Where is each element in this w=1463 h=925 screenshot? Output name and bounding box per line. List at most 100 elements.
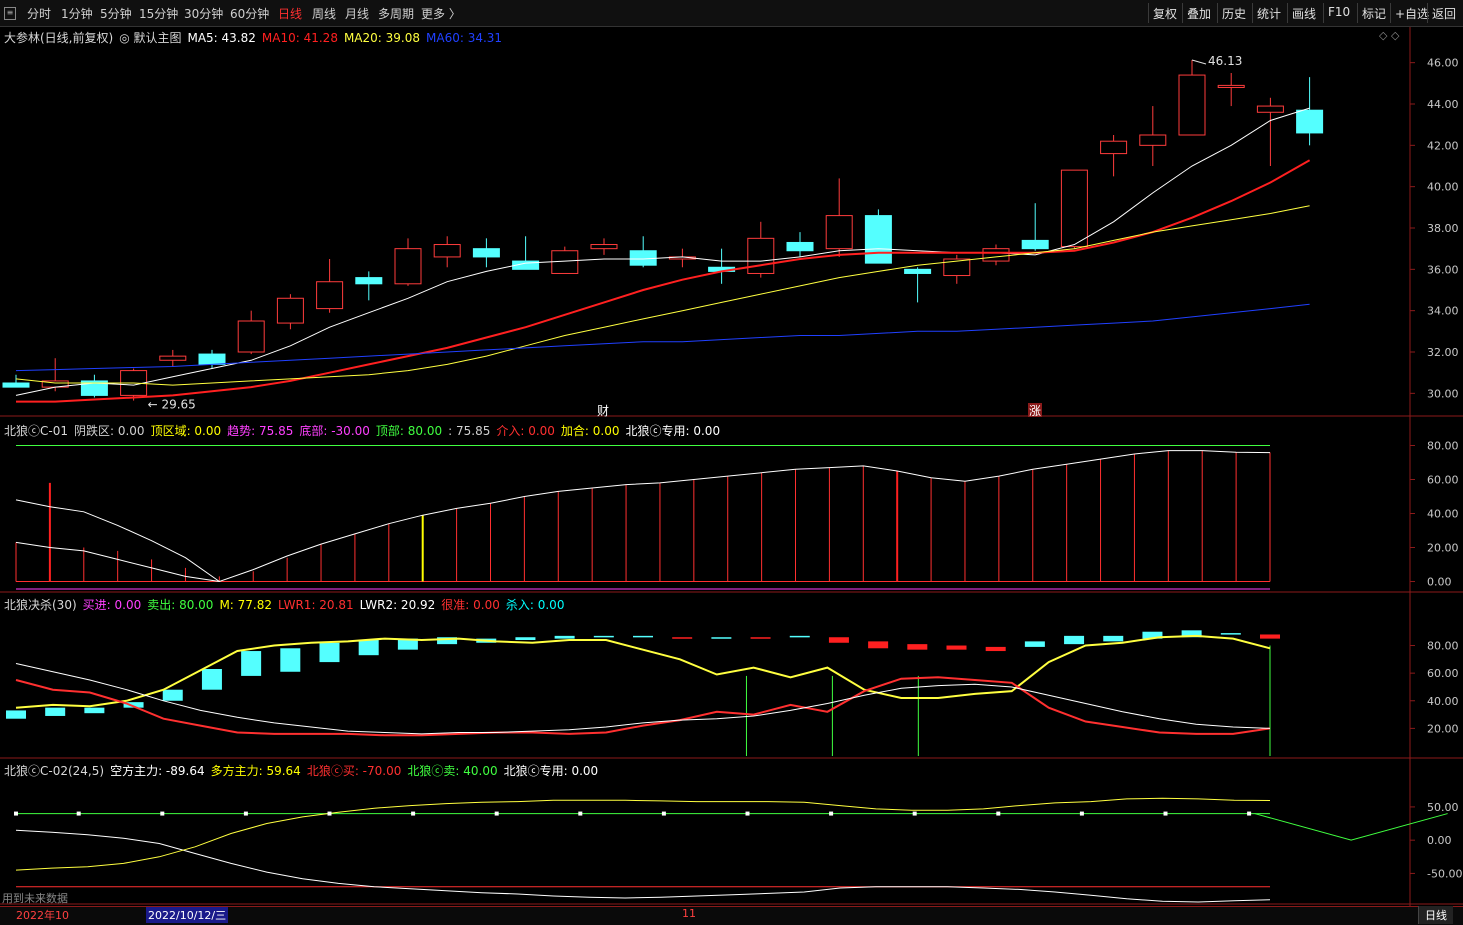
- price-tick-label: 44.00: [1427, 98, 1459, 111]
- candle-body: [276, 297, 304, 324]
- legend-item: 底部: -30.00: [299, 424, 370, 438]
- high-price-arrow: [1191, 59, 1207, 65]
- candle-body: [1217, 84, 1245, 88]
- period-tab-9[interactable]: 多周期: [378, 5, 414, 22]
- sell-dot: [76, 811, 81, 816]
- period-tab-3[interactable]: 15分钟: [139, 5, 178, 22]
- p1-tick-label: 60.00: [1427, 474, 1459, 487]
- p3-tick-label: 0.00: [1427, 834, 1452, 847]
- lwr-bar: [554, 635, 575, 639]
- legend-item: 空方主力: -89.64: [110, 764, 205, 778]
- candle-body: [629, 250, 657, 266]
- panel1-legend: 北狼ⓒC-01 阴跌区: 0.00 顶区域: 0.00 趋势: 75.85 底部: -3…: [4, 422, 726, 439]
- p2-tick-label: 40.00: [1427, 695, 1459, 708]
- period-tab-8[interactable]: 月线: [345, 5, 369, 22]
- legend-item: 顶部: 80.00: [375, 424, 443, 438]
- candle-body: [1139, 134, 1167, 146]
- legend-item: MA5: 43.82: [187, 31, 256, 45]
- main-legend: 大参林(日线,前复权) ◎ 默认主图 MA5: 43.82 MA10: 41.28 MA…: [4, 29, 508, 46]
- p3-tick-label: 50.00: [1427, 801, 1459, 814]
- price-tick-label: 36.00: [1427, 263, 1459, 276]
- candle-body: [786, 241, 814, 252]
- lwr-bar: [515, 637, 536, 640]
- period-button[interactable]: 日线: [1418, 906, 1453, 924]
- tool-button-5[interactable]: F10: [1328, 5, 1350, 19]
- lwr-bar: [750, 637, 771, 639]
- period-tab-0[interactable]: 分时: [27, 5, 51, 22]
- lwr-bar: [162, 689, 183, 701]
- rotate-icon[interactable]: ◇ ◇: [1379, 29, 1399, 42]
- lwr-bar: [1103, 635, 1124, 642]
- period-tab-2[interactable]: 5分钟: [100, 5, 132, 22]
- lwr-bar: [907, 644, 928, 650]
- sell-dot: [1079, 811, 1084, 816]
- toolbar: ≡ 分时 1分钟 5分钟 15分钟 30分钟 60分钟 日线 周线 月线 多周期 更多 〉 复权 叠加…: [0, 0, 1463, 27]
- legend-item: 顶区域: 0.00: [150, 424, 222, 438]
- sell-dot: [494, 811, 499, 816]
- legend-item: MA60: 34.31: [426, 31, 503, 45]
- period-tab-6[interactable]: 日线: [278, 5, 302, 22]
- date-label-cursor: 2022/10/12/三: [146, 907, 229, 923]
- price-tick-label: 46.00: [1427, 57, 1459, 70]
- future-data-note: 用到未来数据: [2, 892, 68, 905]
- tool-button-7[interactable]: +自选: [1395, 5, 1429, 22]
- legend-item: 买进: 0.00: [82, 598, 142, 612]
- p1-tick-label: 0.00: [1427, 576, 1452, 589]
- legend-item: MA10: 41.28: [261, 31, 338, 45]
- legend-item: 趋势: 75.85: [227, 424, 294, 438]
- legend-item: MA20: 39.08: [343, 31, 420, 45]
- high-price-label: 46.13: [1208, 54, 1242, 68]
- candle-body: [864, 215, 892, 264]
- candle-body: [159, 355, 187, 361]
- candle-body: [2, 382, 30, 388]
- tool-button-6[interactable]: 标记: [1362, 5, 1386, 22]
- toolbar-separator: [1323, 3, 1324, 23]
- lwr-bar: [358, 640, 379, 656]
- p1-tick-label: 20.00: [1427, 542, 1459, 555]
- legend-item: 北狼ⓒ专用: 0.00: [503, 764, 599, 778]
- price-tick-label: 32.00: [1427, 346, 1459, 359]
- p2-tick-label: 60.00: [1427, 667, 1459, 680]
- rise-marker: 涨: [1029, 403, 1041, 418]
- tool-button-4[interactable]: 画线: [1292, 5, 1316, 22]
- period-tab-1[interactable]: 1分钟: [61, 5, 93, 22]
- legend-item: 很准: 0.00: [441, 598, 500, 612]
- candle-body: [1296, 109, 1324, 134]
- period-tab-7[interactable]: 周线: [312, 5, 336, 22]
- legend-item: 阴跌区: 0.00: [73, 424, 145, 438]
- lwr-bar: [241, 651, 262, 676]
- candle-body: [1178, 74, 1206, 136]
- lwr-bar: [868, 641, 889, 649]
- low-price-label: ← 29.65: [148, 398, 196, 412]
- candle-body: [1100, 140, 1128, 155]
- period-tab-4[interactable]: 30分钟: [184, 5, 223, 22]
- sell-dot: [996, 811, 1001, 816]
- tool-button-2[interactable]: 历史: [1222, 5, 1246, 22]
- price-tick-label: 38.00: [1427, 222, 1459, 235]
- period-tab-10[interactable]: 更多 〉: [421, 5, 461, 22]
- lwr-bar: [201, 669, 222, 690]
- p2-tick-label: 80.00: [1427, 640, 1459, 653]
- tool-button-8[interactable]: 返回: [1432, 5, 1456, 22]
- buy-dip-line: [1254, 813, 1448, 841]
- template-label[interactable]: ◎ 默认主图: [119, 31, 181, 45]
- legend-item: LWR1: 20.81: [278, 598, 354, 612]
- candle-body: [747, 237, 775, 274]
- toolbar-separator: [1427, 3, 1428, 23]
- lwr-bar: [84, 707, 105, 714]
- candle-body: [551, 250, 579, 274]
- price-tick-label: 40.00: [1427, 181, 1459, 194]
- lwr-bar: [45, 707, 66, 716]
- tool-button-1[interactable]: 叠加: [1187, 5, 1211, 22]
- period-tab-5[interactable]: 60分钟: [230, 5, 269, 22]
- tool-button-3[interactable]: 统计: [1257, 5, 1281, 22]
- lwr-bar: [946, 645, 967, 650]
- candle-body: [1256, 105, 1284, 113]
- candle-body: [433, 244, 461, 258]
- legend-item: 介入: 0.00: [496, 424, 555, 438]
- date-label-month: 2022年10: [16, 909, 69, 922]
- sell-dot: [243, 811, 248, 816]
- menu-icon[interactable]: ≡: [4, 7, 16, 20]
- legend-item: : 75.85: [448, 424, 491, 438]
- tool-button-0[interactable]: 复权: [1153, 5, 1177, 22]
